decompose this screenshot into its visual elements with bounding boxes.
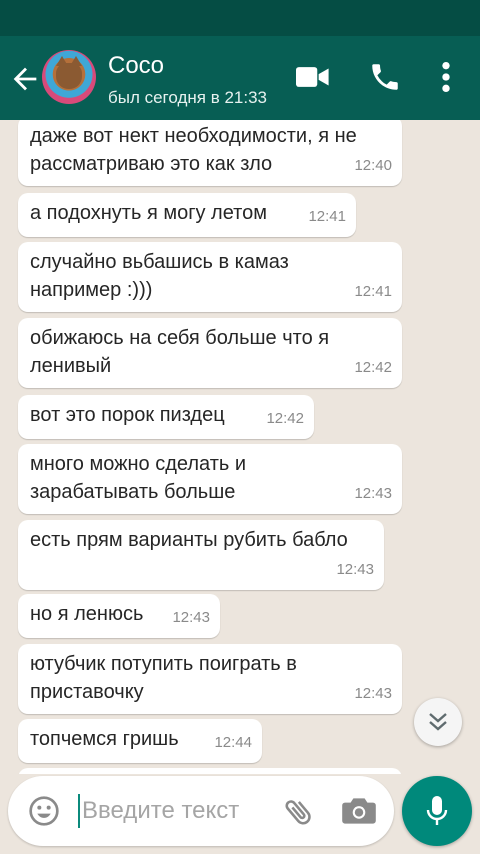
message-input[interactable]	[82, 794, 272, 828]
contact-name[interactable]: Coco	[108, 52, 164, 80]
message-text: случайно вьбашись в камаз например :)))	[30, 251, 289, 301]
message-text: а подохнуть я могу летом	[30, 202, 267, 224]
message-bubble[interactable]: топчемся гришь 12:44	[18, 719, 262, 763]
message-bubble[interactable]: даже вот нект необходимости, я не рассма…	[18, 120, 402, 186]
message-time: 12:41	[354, 283, 392, 300]
message-time: 12:43	[354, 685, 392, 702]
message-text: обижаюсь на себя больше что я ленивый	[30, 327, 330, 377]
phone-icon[interactable]	[368, 60, 402, 94]
emoji-icon[interactable]	[28, 795, 60, 827]
message-text: вот это порок пиздец	[30, 404, 225, 426]
status-bar	[0, 0, 480, 36]
message-bubble[interactable]: вот это порок пиздец 12:42	[18, 395, 314, 439]
avatar[interactable]	[42, 50, 96, 104]
double-chevron-down-icon	[429, 713, 447, 731]
message-time: 12:40	[354, 157, 392, 174]
camera-icon[interactable]	[342, 797, 376, 825]
chat-header: Coco был сегодня в 21:33	[0, 36, 480, 120]
message-bubble[interactable]: случайно вьбашись в камаз например :))) …	[18, 242, 402, 312]
message-text: много можно сделать и зарабатывать больш…	[30, 453, 246, 503]
message-composer	[8, 776, 394, 846]
message-time: 12:42	[266, 410, 304, 427]
message-bubble[interactable]: обижаюсь на себя больше что я ленивый 12…	[18, 318, 402, 388]
voice-record-button[interactable]	[402, 776, 472, 846]
message-time: 12:44	[214, 734, 252, 751]
message-time: 12:43	[336, 561, 374, 578]
message-text: ютубчик потупить поиграть в приставочку	[30, 653, 297, 703]
message-bubble[interactable]: а подохнуть я могу летом 12:41	[18, 193, 356, 237]
message-time: 12:41	[308, 208, 346, 225]
message-text: даже вот нект необходимости, я не рассма…	[30, 125, 357, 175]
message-bubble[interactable]: но я ленюсь 12:43	[18, 594, 220, 638]
message-bubble[interactable]: ютубчик потупить поиграть в приставочку …	[18, 644, 402, 714]
attach-icon[interactable]	[282, 795, 316, 829]
message-bubble[interactable]	[18, 768, 402, 774]
text-cursor	[78, 794, 80, 828]
message-bubble[interactable]: много можно сделать и зарабатывать больш…	[18, 444, 402, 514]
message-text: есть прям варианты рубить бабло	[30, 529, 348, 551]
message-bubble[interactable]: есть прям варианты рубить бабло 12:43	[18, 520, 384, 590]
back-arrow-icon[interactable]	[8, 62, 42, 96]
scroll-to-bottom-button[interactable]	[414, 698, 462, 746]
more-vert-icon[interactable]	[436, 60, 456, 94]
last-seen-status: был сегодня в 21:33	[108, 88, 267, 107]
message-list[interactable]: даже вот нект необходимости, я не рассма…	[0, 120, 480, 774]
microphone-icon	[426, 796, 448, 825]
message-time: 12:43	[354, 485, 392, 502]
message-time: 12:42	[354, 359, 392, 376]
message-time: 12:43	[172, 609, 210, 626]
video-call-icon[interactable]	[296, 64, 330, 90]
